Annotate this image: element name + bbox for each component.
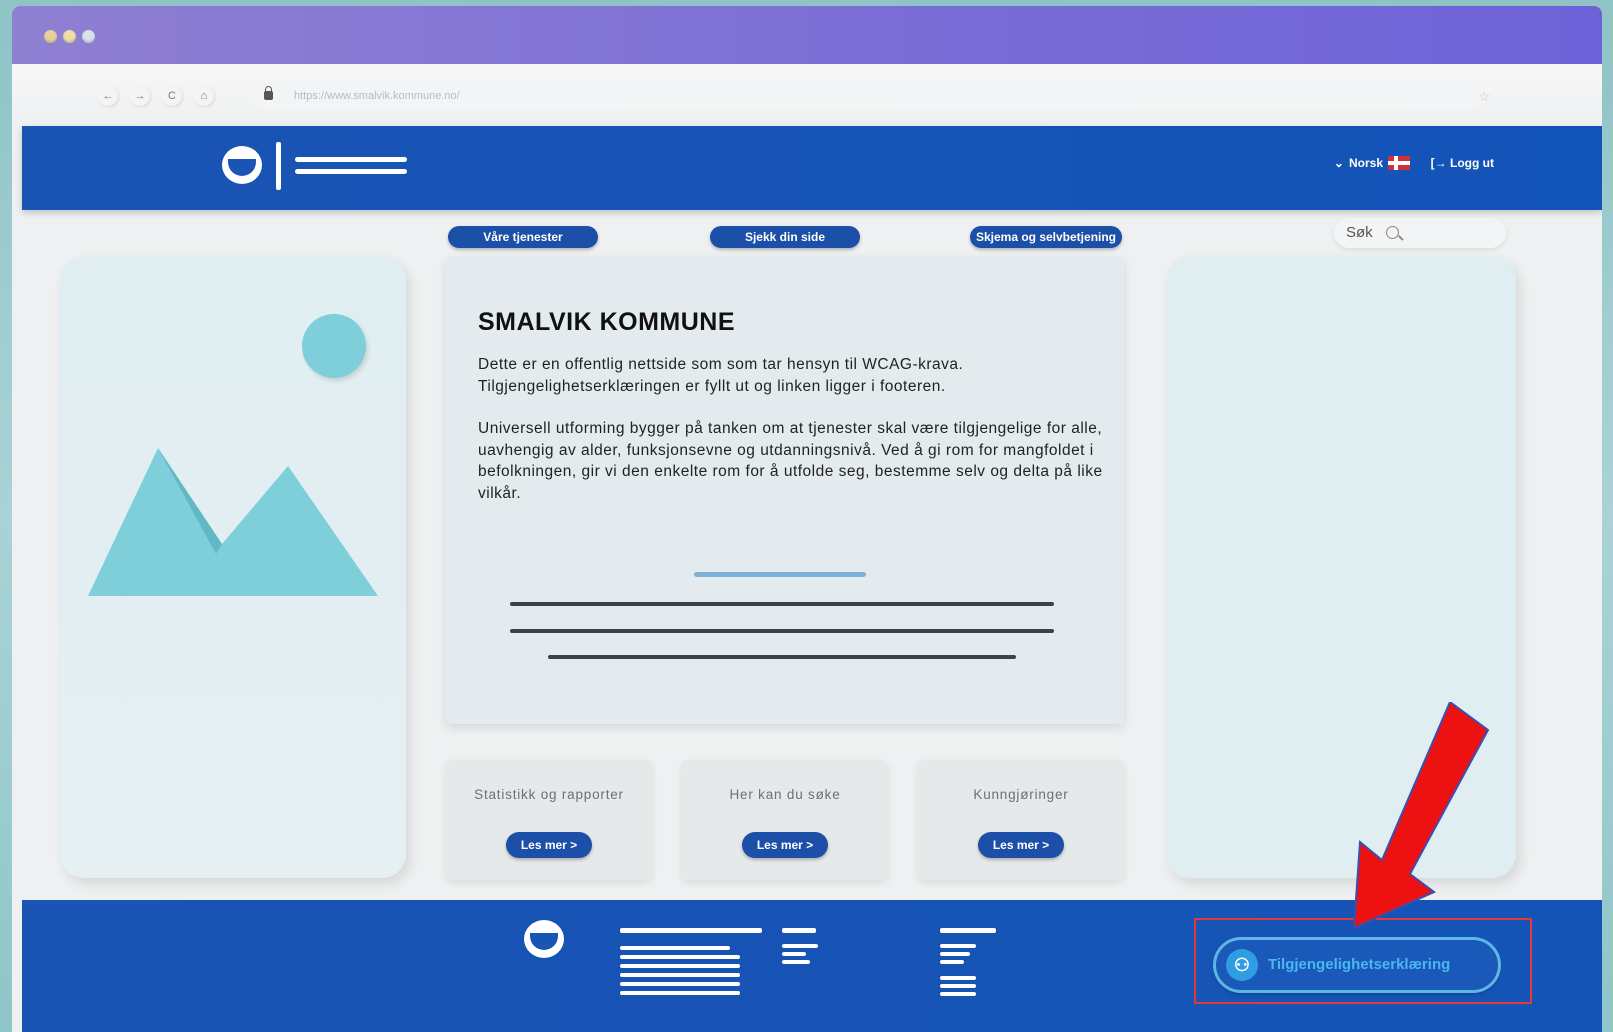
url-text[interactable]: https://www.smalvik.kommune.no/ — [294, 90, 460, 102]
card-title: Statistikk og rapporter — [474, 787, 624, 802]
highlight-box: ⚇ Tilgjengelighetserklæring — [1194, 918, 1532, 1004]
footer-text-line — [782, 944, 818, 948]
nav-vare-tjenester[interactable]: Våre tjenester — [448, 226, 598, 248]
les-mer-button[interactable]: Les mer > — [978, 832, 1064, 858]
page-title: SMALVIK KOMMUNE — [478, 308, 736, 336]
browser-window: ← → C ⌂ https://www.smalvik.kommune.no/ … — [12, 6, 1602, 1032]
footer-text-line — [782, 960, 810, 964]
card-her-kan-du-soke: Her kan du søke Les mer > — [682, 760, 888, 880]
card-title: Kunngjøringer — [973, 787, 1069, 802]
forward-arrow-icon[interactable]: → — [130, 86, 150, 106]
footer-text-line — [620, 991, 740, 995]
logout-button[interactable]: [→ Logg ut — [1431, 156, 1494, 170]
window-maximize-button[interactable] — [82, 30, 95, 43]
footer-text-line — [620, 964, 740, 968]
home-icon[interactable]: ⌂ — [194, 86, 214, 106]
search-input[interactable]: Søk — [1334, 218, 1506, 248]
search-label: Søk — [1346, 224, 1373, 241]
les-mer-button[interactable]: Les mer > — [742, 832, 828, 858]
placeholder-text-line — [510, 602, 1054, 606]
footer-text-line — [782, 928, 816, 933]
card-kunngjoringer: Kunngjøringer Les mer > — [918, 760, 1124, 880]
accessibility-statement-label: Tilgjengelighetserklæring — [1268, 956, 1451, 973]
mountains-illustration — [88, 448, 378, 596]
footer-logo-icon[interactable] — [524, 920, 564, 958]
placeholder-text-line — [548, 655, 1016, 659]
window-controls — [44, 30, 95, 43]
footer-text-line — [620, 955, 740, 959]
language-label: Norsk — [1348, 156, 1383, 170]
les-mer-button[interactable]: Les mer > — [506, 832, 592, 858]
reload-icon[interactable]: C — [162, 86, 182, 106]
sun-illustration — [302, 314, 366, 378]
red-arrow-icon — [1352, 702, 1490, 930]
language-selector[interactable]: ⌄ Norsk — [1334, 156, 1410, 170]
footer-text-line — [620, 982, 740, 986]
logo-divider — [276, 142, 281, 190]
nav-sjekk-din-side[interactable]: Sjekk din side — [710, 226, 860, 248]
logo-wordmark-line — [295, 169, 407, 174]
footer-text-line — [940, 984, 976, 988]
placeholder-text-line — [510, 629, 1054, 633]
footer-text-line — [620, 928, 762, 933]
window-close-button[interactable] — [44, 30, 57, 43]
footer-text-line — [620, 973, 740, 977]
footer-text-line — [940, 928, 996, 933]
norway-flag-icon — [1388, 156, 1410, 170]
footer-text-line — [940, 976, 976, 980]
main-content-card: SMALVIK KOMMUNE Dette er en offentlig ne… — [446, 256, 1124, 724]
logout-icon: [→ — [1430, 156, 1447, 170]
browser-toolbar: ← → C ⌂ https://www.smalvik.kommune.no/ … — [12, 64, 1602, 126]
logo-wordmark-line — [295, 157, 407, 162]
accessibility-icon: ⚇ — [1226, 949, 1258, 981]
site-logo-icon[interactable] — [222, 146, 262, 184]
image-placeholder-card — [60, 256, 406, 878]
footer-text-line — [940, 960, 964, 964]
body-paragraph: Universell utforming bygger på tanken om… — [478, 420, 1103, 502]
card-statistikk: Statistikk og rapporter Les mer > — [446, 760, 652, 880]
footer-text-line — [940, 944, 976, 948]
nav-skjema-og-selvbetjening[interactable]: Skjema og selvbetjening — [970, 226, 1122, 248]
search-icon — [1386, 226, 1399, 239]
card-title: Her kan du søke — [729, 787, 841, 802]
logout-label: Logg ut — [1450, 156, 1494, 170]
footer-text-line — [620, 946, 730, 950]
bookmark-star-icon[interactable]: ☆ — [1478, 89, 1490, 105]
decorative-accent-line — [694, 572, 866, 577]
footer-text-line — [940, 952, 970, 956]
site-header: ⌄ Norsk [→ Logg ut — [22, 126, 1602, 210]
footer-text-line — [782, 952, 806, 956]
chevron-down-icon: ⌄ — [1333, 156, 1344, 170]
intro-paragraph: Dette er en offentlig nettside som som t… — [478, 356, 964, 395]
lock-icon — [264, 86, 273, 100]
accessibility-statement-button[interactable]: ⚇ Tilgjengelighetserklæring — [1216, 940, 1498, 990]
browser-titlebar — [12, 6, 1602, 64]
window-minimize-button[interactable] — [63, 30, 76, 43]
footer-text-line — [940, 992, 976, 996]
back-arrow-icon[interactable]: ← — [98, 86, 118, 106]
